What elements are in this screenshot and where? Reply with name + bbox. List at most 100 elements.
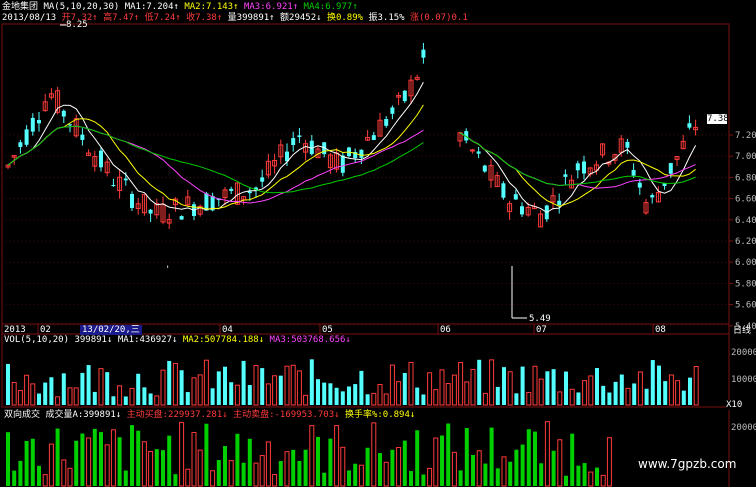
volume-bar-up <box>234 384 240 406</box>
volume-bar-down <box>551 369 556 405</box>
candle-body-down <box>61 110 66 117</box>
volume-bar-up <box>154 395 160 406</box>
volume-bar-down <box>632 383 637 405</box>
volume-bar-down <box>43 382 48 405</box>
candle-body-down <box>229 188 234 191</box>
flow-bar-buy <box>520 444 525 486</box>
volume-bar-down <box>650 360 655 405</box>
cursor-date: 13/02/20,三 <box>80 325 142 335</box>
flow-bar-sell <box>396 447 402 487</box>
ma-line-20 <box>7 125 424 204</box>
moving-averages <box>7 82 697 213</box>
volume-bar-down <box>415 387 420 405</box>
price-tick: 6.00 <box>735 258 756 268</box>
flow-bar-sell <box>67 467 73 487</box>
gap-marker: ' <box>165 265 170 275</box>
volume-bar-down <box>247 385 252 405</box>
volume-bar-down <box>6 364 10 405</box>
candle-body-down <box>247 191 252 194</box>
ma-line-5 <box>7 82 424 211</box>
candle-body-down <box>291 138 296 145</box>
volume-bar-down <box>322 382 327 405</box>
flow-bar-sell <box>501 456 507 487</box>
candle-body-down <box>111 185 116 187</box>
volume-bar-up <box>507 371 513 406</box>
flow-bar-buy <box>378 453 382 486</box>
candle-body-down <box>650 195 655 198</box>
date-label: 06 <box>440 325 451 335</box>
volume-bar-down <box>241 360 246 405</box>
volume-bar-up <box>532 365 538 406</box>
flow-bar-sell <box>42 474 48 487</box>
volume-bar-down <box>607 392 612 405</box>
flow-bar-buy <box>570 433 575 486</box>
flow-bar-buy <box>161 450 165 486</box>
volume-bar-up <box>433 389 439 406</box>
volume-bar-down <box>347 386 351 405</box>
flow-bar-buy <box>117 437 122 486</box>
flow-bar-buy <box>316 436 320 486</box>
volume-bar-up <box>668 374 674 406</box>
flow-bar-sell <box>86 437 92 487</box>
volume-bar-up <box>30 383 36 406</box>
volume-bar-down <box>365 394 370 405</box>
flow-bar-sell <box>309 425 315 487</box>
date-label: 08 <box>655 325 666 335</box>
flow-bar-buy <box>18 460 23 486</box>
volume-bar-down <box>111 396 116 405</box>
flow-bar-buy <box>74 440 79 486</box>
volume-bar-down <box>37 393 41 405</box>
flow-bar-buy <box>24 440 29 486</box>
flow-bar-sell <box>433 437 439 487</box>
candle-body-down <box>563 174 568 177</box>
volume-bar-down <box>520 366 525 405</box>
flow-bar-buy <box>365 447 370 486</box>
flow-bar-buy <box>533 431 537 486</box>
volume-bar-up <box>538 378 544 406</box>
volume-bar-down <box>402 372 407 405</box>
volume-bar-down <box>136 373 141 405</box>
flow-bar-buy <box>278 461 283 486</box>
flow-bar-buy <box>526 429 531 486</box>
volume-unit: X10 <box>726 400 743 410</box>
volume-bar-up <box>625 387 631 406</box>
flow-bar-buy <box>55 428 60 486</box>
flow-header: 双向成交 成交量A:399891↓ 主动买盘:229937.281↓ 主动卖盘:… <box>4 410 415 420</box>
volume-bar-down <box>148 393 153 405</box>
candle-body-down <box>24 129 29 145</box>
volume-bar-down <box>619 374 624 405</box>
flow-bar-sell <box>383 461 389 487</box>
price-tick: 6.40 <box>735 216 756 226</box>
volume-bar-up <box>55 396 61 406</box>
volume-bar-down <box>595 367 599 405</box>
flow-bar-buy <box>582 463 587 486</box>
candle-body-down <box>390 107 395 114</box>
volume-bar-down <box>545 371 550 405</box>
flow-bar-sell <box>557 439 563 487</box>
candle-body-down <box>297 135 302 137</box>
flow-bar-sell <box>179 421 185 487</box>
volume-header: VOL(5,10,20) 399891↓ MA1:436927↓ MA2:507… <box>4 335 351 345</box>
volume-bar-down <box>601 385 606 405</box>
volume-bar-up <box>172 362 178 406</box>
volume-bar-down <box>644 388 649 405</box>
flow-bar-buy <box>446 423 451 486</box>
flow-bar-buy <box>241 462 246 486</box>
period-label[interactable]: 日线 <box>733 326 751 336</box>
flow-bar-sell <box>544 421 550 487</box>
flow-bar-buy <box>458 470 463 486</box>
flow-bar-buy <box>514 449 519 486</box>
flow-bar-buy <box>347 470 351 486</box>
volume-bar-up <box>445 383 451 406</box>
volume-bar-up <box>675 380 681 406</box>
flow-bar-buy <box>204 423 209 486</box>
flow-sell: 主动卖盘:-169953.703↓ <box>233 410 340 420</box>
flow-bar-sell <box>148 451 154 487</box>
flow-bar-sell <box>259 455 265 487</box>
flow-turnover: 换手率%:0.894↓ <box>344 410 416 420</box>
volume-tick: 100000 <box>731 375 756 385</box>
volume-bar-up <box>17 390 23 406</box>
volume-bar-up <box>489 359 495 406</box>
flow-bar-sell <box>191 431 197 487</box>
candle-body-down <box>520 206 524 215</box>
